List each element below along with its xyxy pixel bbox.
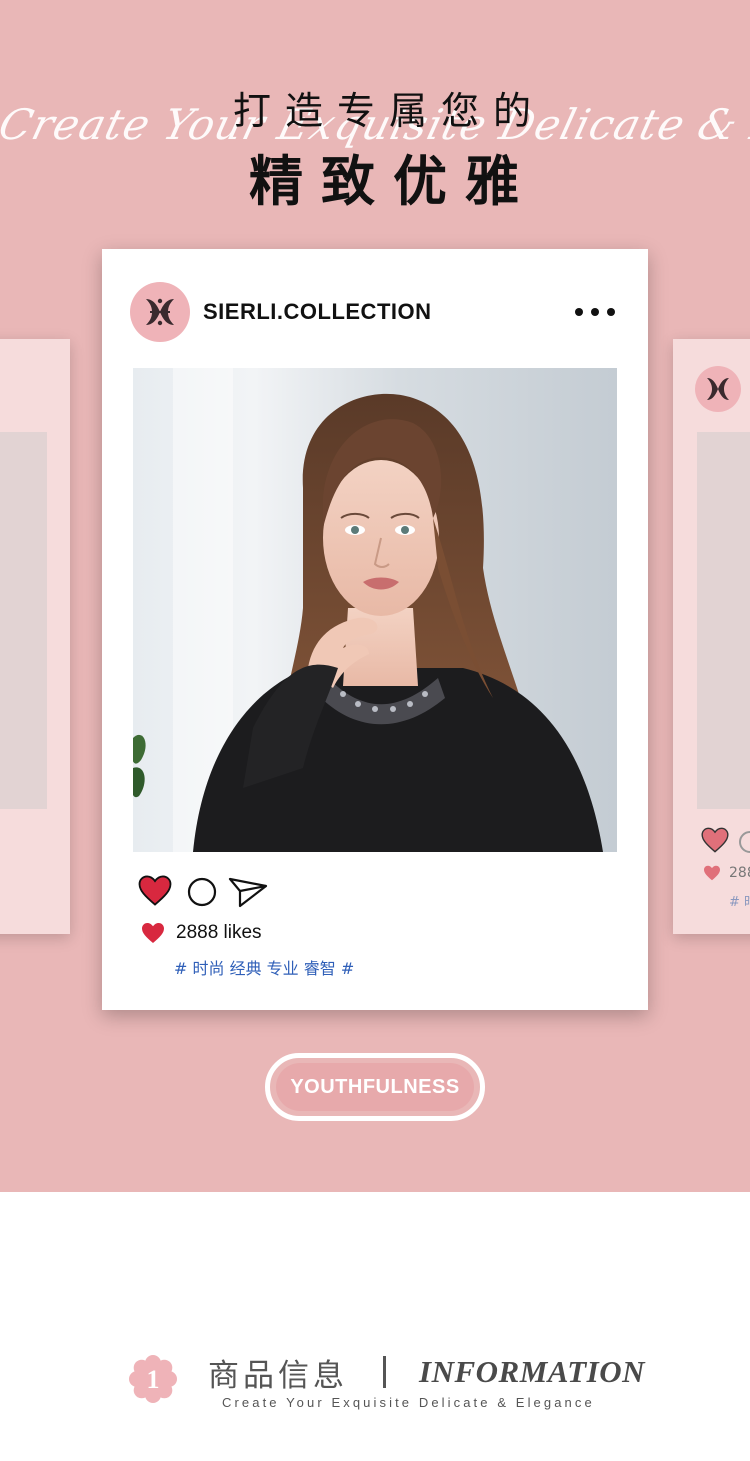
previous-post-photo <box>0 432 47 809</box>
post-card: SIERLI.COLLECTION 2888 likes # 时尚 经典 专业 … <box>102 249 648 1010</box>
heart-icon <box>701 827 729 853</box>
product-page: Create Your Exquisite Delicate & Eleganc… <box>0 0 750 1461</box>
info-title-cn: 商品信息 <box>208 1358 348 1394</box>
info-title-en: INFORMATION <box>419 1354 645 1389</box>
post-username[interactable]: SIERLI.COLLECTION <box>203 299 432 325</box>
next-post-card[interactable]: 288 # 时 <box>673 339 750 934</box>
heart-icon[interactable] <box>138 875 172 906</box>
post-photo <box>133 368 617 852</box>
previous-post-card[interactable] <box>0 339 70 934</box>
next-post-photo <box>697 432 750 809</box>
share-icon[interactable] <box>228 876 268 908</box>
heart-icon <box>142 923 164 943</box>
more-options-icon[interactable] <box>575 304 615 320</box>
next-post-avatar <box>695 366 741 412</box>
info-subtitle: Create Your Exquisite Delicate & Eleganc… <box>222 1395 595 1410</box>
title-line-1: 打造专属您的 <box>232 89 545 133</box>
title-divider <box>383 1356 386 1388</box>
youthfulness-badge[interactable]: YOUTHFULNESS <box>265 1053 485 1121</box>
heart-icon <box>704 865 720 881</box>
post-hashtags[interactable]: # 时尚 经典 专业 睿智 # <box>174 955 354 979</box>
comment-icon[interactable] <box>187 877 217 907</box>
badge-label: YOUTHFULNESS <box>276 1063 474 1111</box>
likes-count[interactable]: 2888 likes <box>176 922 262 944</box>
brand-logo-icon[interactable] <box>130 282 190 342</box>
title-line-2: 精致优雅 <box>249 150 537 213</box>
comment-icon <box>739 831 750 853</box>
next-post-tags: # 时 <box>729 895 750 910</box>
flower-number-icon: 1 <box>129 1355 177 1403</box>
next-post-likes: 288 <box>729 865 750 881</box>
info-number: 1 <box>147 1365 160 1394</box>
